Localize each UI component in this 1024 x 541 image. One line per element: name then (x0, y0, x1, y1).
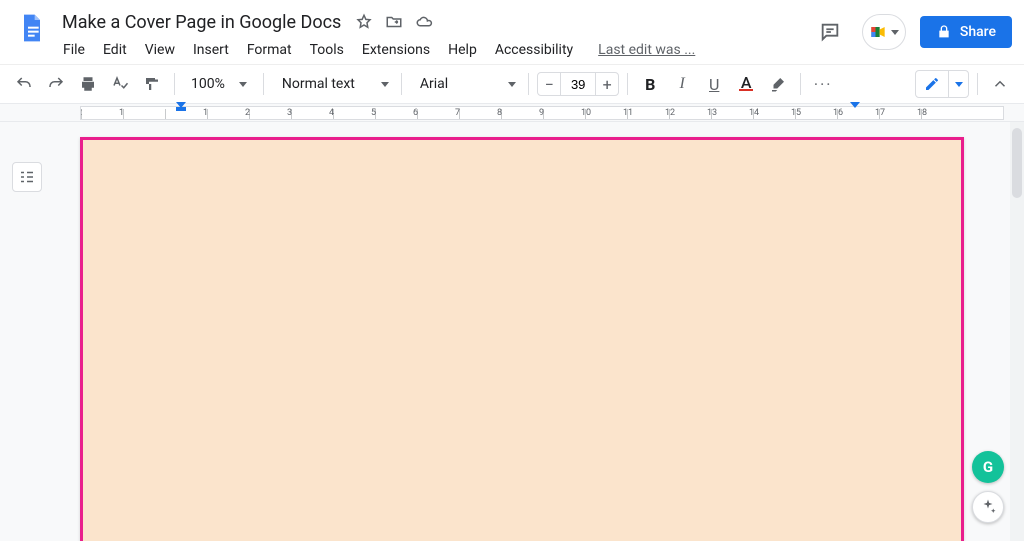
horizontal-ruler[interactable]: 2 1 1 2 3 4 5 6 7 8 9 10 11 12 13 14 15 … (0, 104, 1024, 122)
separator (174, 73, 175, 95)
font-size-input[interactable] (561, 72, 595, 96)
chevron-down-icon (891, 30, 899, 35)
highlight-color-button[interactable] (764, 70, 792, 98)
paint-format-button[interactable] (138, 70, 166, 98)
menu-insert[interactable]: Insert (186, 38, 236, 62)
print-button[interactable] (74, 70, 102, 98)
more-tools-button[interactable]: ··· (809, 70, 837, 98)
chevron-down-icon (381, 82, 389, 87)
text-color-button[interactable]: A (732, 70, 760, 98)
menu-file[interactable]: File (56, 38, 92, 62)
docs-logo[interactable] (12, 8, 52, 48)
toolbar: 100% Normal text Arial − + B I U A ··· (0, 64, 1024, 104)
document-outline-button[interactable] (12, 162, 42, 192)
separator (800, 73, 801, 95)
menu-tools[interactable]: Tools (303, 38, 351, 62)
share-button[interactable]: Share (920, 16, 1012, 48)
chevron-down-icon (239, 82, 247, 87)
separator (401, 73, 402, 95)
move-icon[interactable] (385, 13, 403, 31)
explore-fab[interactable] (972, 491, 1004, 523)
separator (627, 73, 628, 95)
font-size-stepper: − + (537, 72, 619, 96)
grammarly-fab[interactable]: G (972, 451, 1004, 483)
comment-history-button[interactable] (812, 14, 848, 50)
page-1[interactable] (80, 137, 964, 541)
separator (528, 73, 529, 95)
zoom-select[interactable]: 100% (183, 76, 255, 92)
menu-accessibility[interactable]: Accessibility (488, 38, 580, 62)
spellcheck-button[interactable] (106, 70, 134, 98)
menu-view[interactable]: View (138, 38, 182, 62)
pencil-icon (916, 76, 948, 92)
italic-button[interactable]: I (668, 70, 696, 98)
undo-button[interactable] (10, 70, 38, 98)
redo-button[interactable] (42, 70, 70, 98)
separator (263, 73, 264, 95)
star-icon[interactable] (355, 13, 373, 31)
paragraph-style-select[interactable]: Normal text (272, 76, 393, 92)
document-canvas: G (0, 122, 1024, 541)
vertical-scrollbar[interactable] (1010, 122, 1024, 541)
editing-mode-button[interactable] (915, 70, 969, 98)
meet-button[interactable] (862, 14, 906, 50)
cloud-status-icon[interactable] (415, 13, 433, 31)
right-indent-marker[interactable] (850, 102, 860, 108)
left-indent-marker[interactable] (176, 102, 186, 111)
menu-format[interactable]: Format (240, 38, 299, 62)
font-family-select[interactable]: Arial (410, 76, 520, 92)
chevron-down-icon (508, 82, 516, 87)
hide-menus-button[interactable] (986, 70, 1014, 98)
menu-extensions[interactable]: Extensions (355, 38, 437, 62)
bold-button[interactable]: B (636, 70, 664, 98)
menu-edit[interactable]: Edit (96, 38, 134, 62)
last-edit-link[interactable]: Last edit was ... (592, 38, 701, 62)
share-button-label: Share (960, 24, 996, 40)
menu-help[interactable]: Help (441, 38, 484, 62)
menubar: File Edit View Insert Format Tools Exten… (56, 36, 804, 62)
font-size-increase[interactable]: + (595, 72, 619, 96)
chevron-down-icon (948, 71, 968, 97)
document-title[interactable]: Make a Cover Page in Google Docs (56, 10, 347, 35)
underline-button[interactable]: U (700, 70, 728, 98)
font-size-decrease[interactable]: − (537, 72, 561, 96)
separator (977, 73, 978, 95)
